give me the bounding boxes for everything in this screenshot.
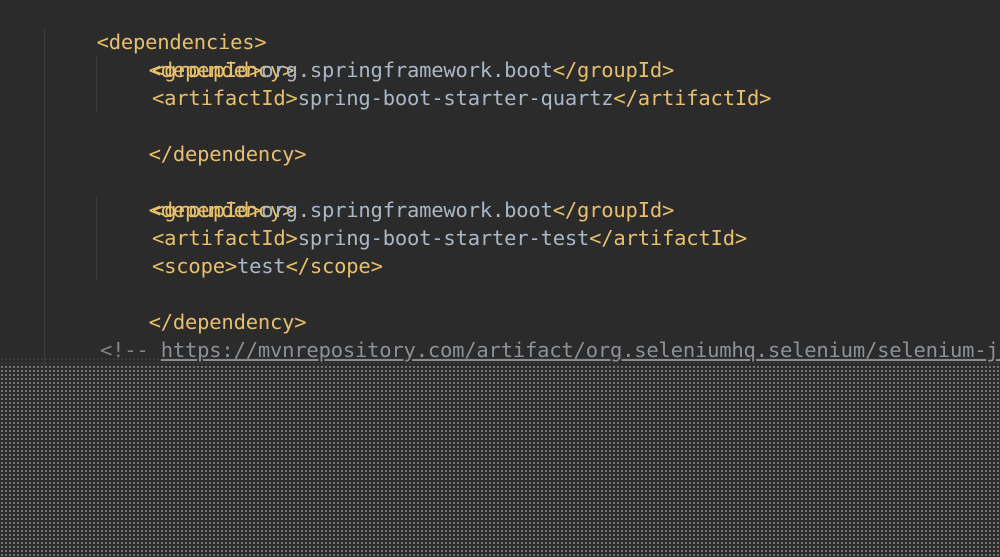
- code-line: <artifactId>spring-boot-starter-quartz</…: [152, 84, 771, 112]
- xml-tag: </artifactId>: [589, 226, 747, 250]
- xml-text: spring-boot-starter-quartz: [297, 86, 614, 110]
- code-line: <dependency>: [100, 168, 295, 222]
- xml-tag: </dependency>: [148, 142, 307, 166]
- code-line: <dependency>: [100, 28, 295, 82]
- xml-tag: <artifactId>: [152, 86, 298, 110]
- code-line: <groupId>org.springframework.boot</group…: [152, 56, 674, 84]
- indent-guide: [44, 28, 45, 365]
- xml-tag: </dependency>: [148, 310, 307, 334]
- code-line: <dependencies>: [48, 0, 267, 54]
- xml-text: org.springframework.boot: [261, 198, 553, 222]
- xml-tag: <groupId>: [152, 198, 262, 222]
- indent-guide: [96, 196, 97, 280]
- xml-text: org.springframework.boot: [261, 58, 553, 82]
- xml-text: spring-boot-starter-test: [297, 226, 590, 250]
- code-editor[interactable]: <dependencies> <dependency> <groupId>org…: [0, 0, 1000, 557]
- dither-overlay-edge: [0, 357, 1000, 365]
- xml-tag: <artifactId>: [152, 226, 298, 250]
- xml-tag: </artifactId>: [613, 86, 772, 110]
- code-line: <groupId>org.springframework.boot</group…: [152, 196, 674, 224]
- xml-tag: </scope>: [285, 254, 383, 278]
- xml-text: test: [237, 254, 286, 278]
- code-line: </dependency>: [100, 280, 307, 334]
- indent-guide: [96, 56, 97, 112]
- xml-tag: <groupId>: [152, 58, 262, 82]
- xml-tag: </groupId>: [552, 58, 675, 82]
- dither-overlay: [0, 365, 1000, 557]
- code-line: <scope>test</scope>: [152, 252, 383, 280]
- code-line: </dependency>: [100, 112, 307, 166]
- xml-tag: </groupId>: [552, 198, 675, 222]
- xml-tag: <scope>: [152, 254, 237, 278]
- code-line: <artifactId>spring-boot-starter-test</ar…: [152, 224, 747, 252]
